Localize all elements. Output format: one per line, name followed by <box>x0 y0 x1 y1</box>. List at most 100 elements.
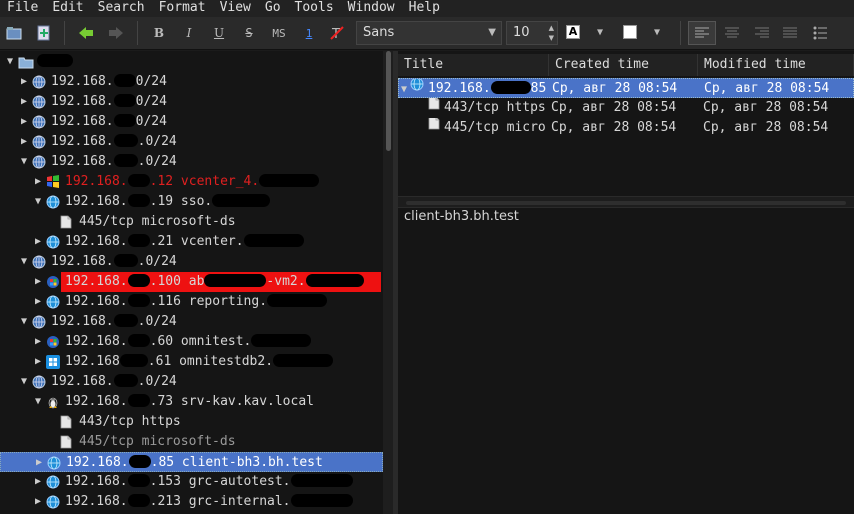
tree-row[interactable]: ▶ 192.168. .85 client-bh3.bh.test <box>0 452 383 472</box>
expand-arrow-icon[interactable]: ▶ <box>32 292 44 312</box>
align-right-icon[interactable] <box>748 21 776 45</box>
tree-row[interactable]: ▼ 192.168. .0/24 <box>0 152 383 172</box>
column-header-created[interactable]: Created time <box>549 54 698 76</box>
expand-arrow-icon[interactable]: ▶ <box>18 132 30 152</box>
tree-row[interactable]: ▼ 192.168. .0/24 <box>0 252 383 272</box>
collapse-arrow-icon[interactable]: ▼ <box>18 252 30 272</box>
expand-arrow-icon[interactable]: ▶ <box>32 272 44 292</box>
tree-row[interactable]: 443/tcp https <box>0 412 383 432</box>
expand-arrow-icon[interactable]: ▶ <box>33 453 45 473</box>
tree-row[interactable]: ▶ 192.168. .213 grc-internal. <box>0 492 383 512</box>
collapse-arrow-icon[interactable]: ▼ <box>18 152 30 172</box>
collapse-arrow-icon[interactable]: ▼ <box>18 312 30 332</box>
strikethrough-button[interactable]: S <box>238 23 260 43</box>
tree-row[interactable]: ▼ 192.168. .73 srv-kav.kav.local <box>0 392 383 412</box>
bold-button[interactable]: B <box>148 23 170 43</box>
tree-row[interactable]: ▶ 192.168. .12 vcenter_4. <box>0 172 383 192</box>
expand-arrow-icon[interactable]: ▶ <box>18 112 30 132</box>
align-left-icon[interactable] <box>688 21 716 45</box>
tree-row[interactable]: 445/tcp microsoft-ds <box>0 432 383 452</box>
italic-button[interactable]: I <box>178 23 200 43</box>
redaction-mark <box>113 93 136 107</box>
tree-row[interactable]: ▶ 192.168. .0/24 <box>0 132 383 152</box>
menu-tools[interactable]: Tools <box>288 0 341 17</box>
expand-arrow-icon[interactable]: ▶ <box>32 352 44 372</box>
text-color-button[interactable]: A <box>566 25 580 39</box>
forward-arrow-icon[interactable] <box>105 23 127 43</box>
collapse-arrow-icon[interactable]: ▼ <box>32 192 44 212</box>
tree-row[interactable]: ▶ 192.168. 0/24 <box>0 112 383 132</box>
tree-row[interactable]: ▼ 192.168. .0/24 <box>0 312 383 332</box>
menu-file[interactable]: File <box>0 0 45 17</box>
expand-arrow-icon[interactable]: ▶ <box>32 472 44 492</box>
tree-row[interactable]: ▶ 192.168 .61 omnitestdb2. <box>0 352 383 372</box>
expand-arrow-icon[interactable]: ▶ <box>32 172 44 192</box>
column-header-title[interactable]: Title <box>398 54 549 76</box>
align-center-icon[interactable] <box>718 21 746 45</box>
font-size-value: 10 <box>513 25 530 40</box>
table-row[interactable]: 445/tcp micro Ср, авг 28 08:54 Ср, авг 28 … <box>398 118 854 138</box>
tree-row[interactable]: ▶ 192.168. .60 omnitest. <box>0 332 383 352</box>
toolbar: B I U S MS 1 T Sans ▼ 10 ▲ ▼ A ▼ ▼ <box>0 17 854 50</box>
tree-row[interactable]: ▼ 192.168. .19 sso. <box>0 192 383 212</box>
column-header-modified[interactable]: Modified time <box>698 54 854 76</box>
tree-row[interactable]: ▶ 192.168. .153 grc-autotest. <box>0 472 383 492</box>
menu-go[interactable]: Go <box>258 0 288 17</box>
clear-format-icon[interactable]: T <box>326 23 348 43</box>
expand-arrow-icon[interactable]: ▶ <box>18 92 30 112</box>
menu-help[interactable]: Help <box>402 0 447 17</box>
collapse-arrow-icon[interactable]: ▼ <box>32 392 44 412</box>
text-color-dropdown-icon[interactable]: ▼ <box>597 27 603 38</box>
redaction-mark <box>127 193 150 207</box>
tree-row[interactable]: ▶ 192.168. .116 reporting. <box>0 292 383 312</box>
tree-row[interactable]: ▼ <box>0 52 383 72</box>
monospace-button[interactable]: MS <box>268 23 290 43</box>
editor-splitter[interactable] <box>398 196 854 208</box>
linux-tux-icon <box>46 395 60 409</box>
horizontal-scrollbar-thumb[interactable] <box>406 201 846 205</box>
expand-arrow-icon[interactable]: ▶ <box>32 232 44 252</box>
menu-search[interactable]: Search <box>91 0 152 17</box>
node-tree[interactable]: ▼ ▶ 192.168. 0/24 ▶ 192.168. 0/24 ▶ 192.168. 0/24… <box>0 51 383 514</box>
tree-row[interactable]: ▶ 192.168. .100 ab -vm2. <box>0 272 383 292</box>
background-color-dropdown-icon[interactable]: ▼ <box>654 27 660 38</box>
tree-row-label: 192.168. .0/24 <box>51 312 177 332</box>
collapse-arrow-icon[interactable]: ▼ <box>18 372 30 392</box>
redaction-mark <box>212 193 271 207</box>
tree-row-text: 192.168. <box>65 174 128 189</box>
new-folder-icon[interactable] <box>3 23 25 43</box>
menu-window[interactable]: Window <box>341 0 402 17</box>
collapse-arrow-icon[interactable]: ▼ <box>401 84 407 95</box>
font-size-spinner[interactable]: 10 ▲ ▼ <box>506 21 558 45</box>
tree-row[interactable]: 445/tcp microsoft-ds <box>0 212 383 232</box>
tree-row[interactable]: ▶ 192.168. 0/24 <box>0 92 383 112</box>
subscript-button[interactable]: 1 <box>298 23 320 43</box>
node-text-editor[interactable]: client-bh3.bh.test <box>404 209 519 224</box>
align-justify-icon[interactable] <box>776 21 804 45</box>
table-row[interactable]: ▼192.168.85 cСр, авг 28 08:54Ср, авг 28 … <box>398 78 854 98</box>
expand-arrow-icon[interactable]: ▶ <box>32 492 44 512</box>
bullet-list-icon[interactable] <box>806 21 834 45</box>
background-color-button[interactable] <box>623 25 637 39</box>
tree-row[interactable]: ▶ 192.168. .21 vcenter. <box>0 232 383 252</box>
tree-scrollbar[interactable] <box>383 51 393 514</box>
tree-row[interactable]: ▶ 192.168. 0/24 <box>0 72 383 92</box>
font-family-select[interactable]: Sans ▼ <box>356 21 502 45</box>
tree-scrollbar-thumb[interactable] <box>386 51 391 151</box>
spin-down-icon[interactable]: ▼ <box>549 34 554 42</box>
tree-row[interactable]: ▼ 192.168. .0/24 <box>0 372 383 392</box>
menu-view[interactable]: View <box>213 0 258 17</box>
collapse-arrow-icon[interactable]: ▼ <box>4 52 16 72</box>
expand-arrow-icon[interactable]: ▶ <box>18 72 30 92</box>
font-family-value: Sans <box>363 25 395 40</box>
new-node-icon[interactable] <box>33 23 55 43</box>
spin-up-icon[interactable]: ▲ <box>549 24 554 32</box>
table-row[interactable]: 443/tcp https Ср, авг 28 08:54 Ср, авг 28 … <box>398 98 854 118</box>
menu-format[interactable]: Format <box>152 0 213 17</box>
underline-button[interactable]: U <box>208 23 230 43</box>
expand-arrow-icon[interactable]: ▶ <box>32 332 44 352</box>
network-globe-icon <box>32 115 46 129</box>
menu-edit[interactable]: Edit <box>45 0 90 17</box>
back-arrow-icon[interactable] <box>75 23 97 43</box>
tree-row-label: 443/tcp https <box>79 412 181 432</box>
